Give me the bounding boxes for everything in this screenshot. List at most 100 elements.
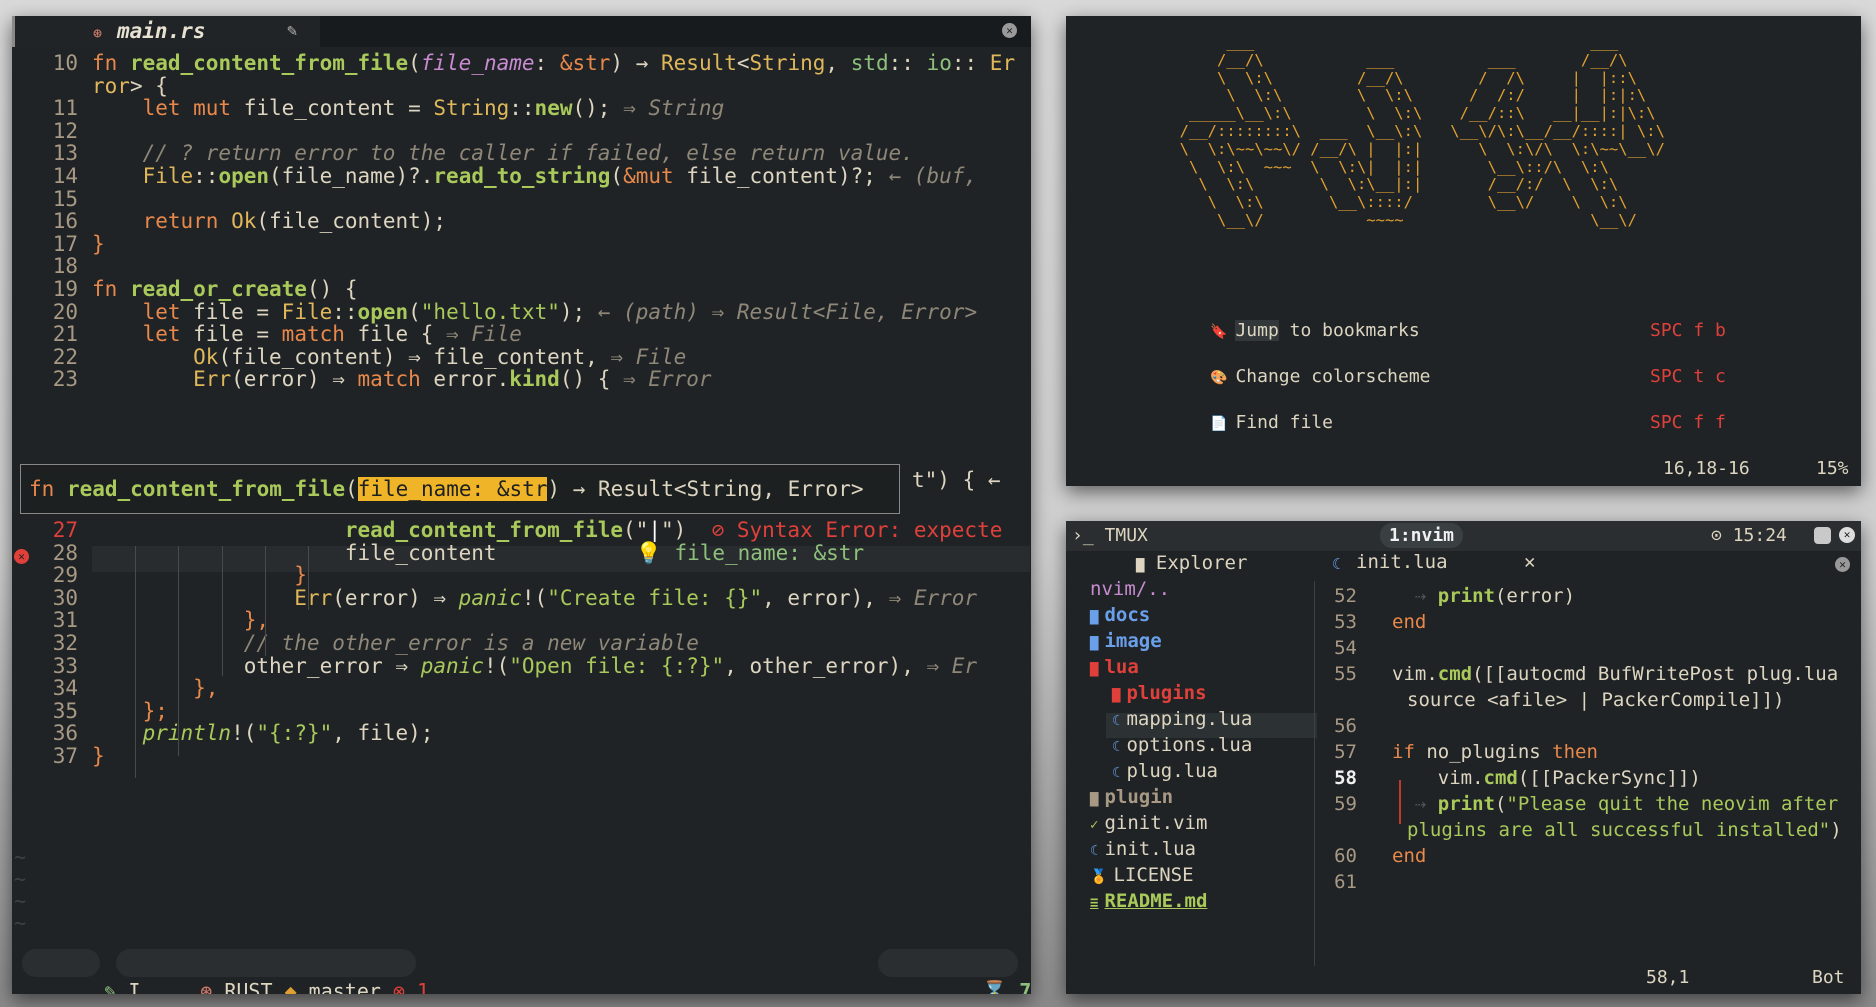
close-icon[interactable]: ✕: [1835, 557, 1850, 572]
code-token: return: [142, 209, 232, 234]
start-screen-window[interactable]: ___ ___ /__/\ ___ ___ /__/\ \ \:\ /__/\ …: [1066, 16, 1861, 486]
file-explorer[interactable]: ▇ Explorer nvim/.. ▇ docs ▇ image ▇ lua ▇ plugi…: [1066, 551, 1317, 994]
code-line[interactable]: ⇢ print("Please quit the neovim after: [1392, 793, 1838, 815]
code-token: File: [281, 299, 333, 324]
code-line[interactable]: let mut file_content = String::new(); ⇒ …: [92, 96, 725, 121]
explorer-item[interactable]: ▇ image: [1090, 630, 1162, 652]
code-line[interactable]: plugins are all successful installed"): [1407, 819, 1842, 841]
code-line[interactable]: Err(error) ⇒ panic!("Create file: {}", e…: [92, 586, 977, 610]
code-line[interactable]: // the other_error is a new variable: [92, 631, 699, 655]
explorer-item-label: docs: [1104, 604, 1151, 626]
code-line[interactable]: // ? return error to the caller if faile…: [92, 141, 914, 165]
lua-icon: ☾: [1112, 739, 1121, 755]
code-token: println: [142, 721, 232, 746]
explorer-item[interactable]: ▇ lua: [1090, 656, 1139, 678]
folder-icon: ▇: [1112, 687, 1121, 703]
explorer-item[interactable]: ✓ ginit.vim: [1090, 812, 1207, 834]
explorer-item[interactable]: ☾ plug.lua: [1112, 760, 1218, 782]
tab-main-rs[interactable]: ⊛ main.rs ✎: [12, 16, 320, 47]
code-token: file_name: [420, 51, 535, 75]
line-number: 30: [52, 585, 78, 610]
code-line[interactable]: other_error ⇒ panic!("Open file: {:?}", …: [92, 654, 977, 678]
explorer-item[interactable]: ▇ plugin: [1090, 786, 1173, 808]
code-line[interactable]: ⇢ print(error): [1392, 585, 1575, 607]
code-line[interactable]: let file = match file { ⇒ File: [92, 322, 522, 346]
code-token: cmd: [1437, 663, 1473, 685]
start-menu-item[interactable]: 📄 Find file SPC f f: [1210, 412, 1726, 433]
rust-editor-window[interactable]: ⊛ main.rs ✎ ✕ 10 fn read_content_from_fil…: [12, 16, 1031, 994]
menu-shortcut: SPC f b: [1650, 320, 1726, 341]
code-token: }: [92, 744, 105, 768]
tmux-active-window[interactable]: 1:nvim: [1380, 523, 1464, 548]
code-line[interactable]: ror> {: [92, 74, 168, 98]
line-number: 16: [52, 209, 78, 234]
close-icon[interactable]: ✕: [1839, 527, 1855, 543]
popup-open-paren: (: [345, 477, 358, 501]
code-line[interactable]: Ok(file_content) ⇒ file_content, ⇒ File: [92, 345, 686, 369]
explorer-item[interactable]: ≡ README.md: [1090, 890, 1207, 912]
code-token: new: [534, 96, 573, 121]
code-line[interactable]: read_content_from_file("|") ⊘ Syntax Err…: [92, 518, 1002, 542]
start-menu-item[interactable]: 🔖 Jump to bookmarks SPC f b: [1210, 320, 1726, 341]
code-token: (file_name)?.: [269, 164, 434, 188]
explorer-item-label: image: [1104, 630, 1162, 652]
code-line[interactable]: vim.cmd([[autocmd BufWritePost plug.lua: [1392, 663, 1838, 685]
code-line[interactable]: file_content 💡 file_name: &str: [92, 541, 864, 566]
rust-icon: ⊛: [200, 979, 213, 994]
explorer-item[interactable]: ▇ docs: [1090, 604, 1150, 626]
explorer-item-label: ginit.vim: [1104, 812, 1208, 834]
code-token: !(: [231, 721, 257, 746]
close-buffer-icon[interactable]: ✕: [1524, 551, 1535, 573]
bookmark-icon: 🔖: [1210, 324, 1228, 340]
menu-label: Change colorscheme: [1235, 366, 1431, 387]
statusline: ✎ I ⊛ RUST ◆ master ⊗ 1 ⌛ 72%: [12, 941, 1031, 994]
code-token: fn: [92, 277, 130, 301]
close-icon[interactable]: ✕: [1002, 23, 1017, 38]
indent-guide: [308, 546, 309, 610]
code-token: (: [610, 164, 624, 188]
code-line[interactable]: fn read_content_from_file(file_name: &st…: [92, 51, 1015, 75]
code-line[interactable]: return Ok(file_content);: [92, 209, 446, 233]
code-line[interactable]: }: [92, 232, 105, 256]
code-token: ::: [888, 51, 927, 75]
explorer-item[interactable]: 🏅 LICENSE: [1090, 864, 1194, 886]
code-line[interactable]: },: [92, 608, 269, 632]
explorer-root[interactable]: nvim/..: [1090, 578, 1170, 600]
code-line[interactable]: vim.cmd([[PackerSync]]): [1392, 767, 1701, 789]
code-line[interactable]: },: [92, 676, 218, 700]
explorer-item[interactable]: ☾ options.lua: [1112, 734, 1252, 756]
file-icon: 📄: [1210, 416, 1228, 432]
line-number: 17: [52, 231, 78, 256]
line-number: 19: [52, 277, 78, 301]
code-line[interactable]: println!("{:?}", file);: [92, 721, 434, 746]
file-info-pill: ⊛ RUST ◆ master ⊗ 1: [116, 949, 429, 994]
code-line[interactable]: fn read_or_create() {: [92, 277, 358, 301]
explorer-item[interactable]: ☾ init.lua: [1090, 838, 1196, 860]
code-line[interactable]: Err(error) ⇒ match error.kind() { ⇒ Erro…: [92, 367, 711, 391]
explorer-item[interactable]: ▇ plugins: [1112, 682, 1207, 704]
line-number: 53: [1334, 611, 1357, 633]
line-number: 31: [52, 608, 78, 633]
code-line[interactable]: let file = File::open("hello.txt"); ← (p…: [92, 299, 978, 324]
code-token: Result: [661, 51, 737, 75]
start-menu-item[interactable]: 🎨 Change colorscheme SPC t c: [1210, 366, 1726, 387]
code-line[interactable]: if no_plugins then: [1392, 741, 1598, 763]
code-line[interactable]: }: [92, 744, 105, 768]
code-line[interactable]: end: [1392, 845, 1426, 867]
code-line[interactable]: File::open(file_name)?.read_to_string(&m…: [92, 164, 978, 188]
tmux-window[interactable]: ›_ TMUX 1:nvim ⊙ 15:24 ✕ ▇ Explorer nvim…: [1066, 521, 1861, 994]
code-line[interactable]: }: [92, 563, 307, 587]
code-token: !(: [483, 653, 510, 678]
line-number: 36: [52, 721, 78, 746]
code-line[interactable]: source <afile> | PackerCompile]]): [1407, 689, 1785, 711]
code-token: File: [142, 164, 194, 188]
explorer-item[interactable]: ☾ mapping.lua: [1112, 708, 1252, 730]
code-line[interactable]: end: [1392, 611, 1426, 633]
code-line[interactable]: };: [92, 699, 168, 723]
buffer-tab[interactable]: ☾ init.lua ✕ ✕: [1320, 551, 1861, 581]
